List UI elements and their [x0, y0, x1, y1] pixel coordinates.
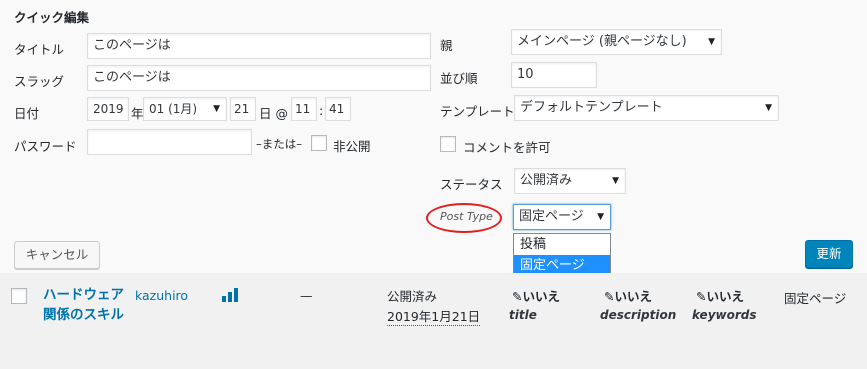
day-input[interactable]: 21: [230, 97, 256, 121]
chevron-down-icon: ▼: [597, 212, 604, 222]
status-value: 公開済み: [520, 173, 573, 188]
post-type-option[interactable]: 投稿: [514, 234, 610, 255]
parent-value: メインページ (親ページなし): [517, 34, 687, 49]
tag-icon: ✎: [512, 289, 523, 304]
comments-label: コメントを許可: [463, 140, 551, 155]
day-suffix: 日 @: [259, 106, 288, 121]
tag-icon: ✎: [696, 289, 707, 304]
row-col2-label: description: [600, 308, 677, 322]
chevron-down-icon: ▼: [612, 176, 619, 186]
row-col1-label: title: [509, 308, 537, 322]
chevron-down-icon: ▼: [765, 103, 772, 113]
row-author-link[interactable]: kazuhiro: [135, 288, 188, 303]
row-col2: ✎いいえ: [604, 286, 652, 305]
row-col1-value: いいえ: [522, 289, 560, 304]
or-text: –または–: [256, 137, 302, 151]
post-type-value: 固定ページ: [519, 209, 584, 224]
order-label: 並び順: [440, 71, 478, 86]
row-status: 公開済み: [387, 289, 438, 304]
template-label: テンプレート: [440, 104, 515, 119]
cancel-button[interactable]: キャンセル: [14, 241, 100, 269]
row-checkbox[interactable]: [11, 288, 27, 304]
row-col1: ✎いいえ: [512, 286, 560, 305]
status-select[interactable]: 公開済み ▼: [514, 168, 626, 194]
chevron-down-icon: ▼: [213, 104, 220, 114]
private-checkbox[interactable]: [311, 135, 327, 151]
bar-chart-icon: [222, 288, 240, 302]
chevron-down-icon: ▼: [708, 37, 715, 47]
status-label: ステータス: [440, 177, 503, 192]
password-input[interactable]: [87, 129, 252, 155]
month-value: 01 (1月): [149, 102, 198, 116]
password-label: パスワード: [14, 139, 77, 154]
row-col2-value: いいえ: [614, 289, 652, 304]
template-value: デフォルトテンプレート: [520, 100, 663, 115]
tag-icon: ✎: [604, 289, 615, 304]
parent-select[interactable]: メインページ (親ページなし) ▼: [511, 29, 722, 55]
quick-edit-panel: クイック編集 タイトル このページは スラッグ このページは 日付 2019 年…: [0, 0, 867, 273]
slug-label: スラッグ: [14, 74, 65, 89]
title-label: タイトル: [14, 42, 65, 57]
month-select[interactable]: 01 (1月) ▼: [143, 97, 227, 121]
row-col3-value: いいえ: [706, 289, 744, 304]
post-type-label: Post Type: [440, 210, 493, 223]
title-input[interactable]: このページは: [87, 33, 431, 59]
table-row: ハードウェア関係のスキル kazuhiro — 公開済み 2019年1月21日 …: [0, 273, 867, 369]
comments-checkbox[interactable]: [440, 136, 456, 152]
slug-input[interactable]: このページは: [87, 65, 431, 91]
order-input[interactable]: 10: [511, 62, 597, 88]
time-colon: :: [319, 103, 324, 118]
date-label: 日付: [14, 106, 40, 121]
parent-label: 親: [440, 38, 453, 53]
row-date: 2019年1月21日: [387, 306, 481, 326]
row-title-link[interactable]: ハードウェア関係のスキル: [43, 285, 125, 325]
update-button[interactable]: 更新: [805, 240, 853, 268]
row-col3-label: keywords: [692, 308, 757, 322]
row-dash: —: [300, 288, 313, 303]
quick-edit-heading: クイック編集: [14, 10, 90, 25]
row-col3: ✎いいえ: [696, 286, 744, 305]
year-suffix: 年: [131, 106, 144, 121]
post-type-select[interactable]: 固定ページ ▼: [513, 204, 611, 230]
year-input[interactable]: 2019: [87, 97, 129, 121]
minute-input[interactable]: 41: [325, 97, 351, 121]
template-select[interactable]: デフォルトテンプレート ▼: [514, 95, 779, 121]
hour-input[interactable]: 11: [291, 97, 317, 121]
post-type-dropdown[interactable]: 投稿 固定ページ: [513, 233, 611, 277]
row-post-type: 固定ページ: [784, 291, 847, 306]
private-label: 非公開: [333, 139, 371, 154]
